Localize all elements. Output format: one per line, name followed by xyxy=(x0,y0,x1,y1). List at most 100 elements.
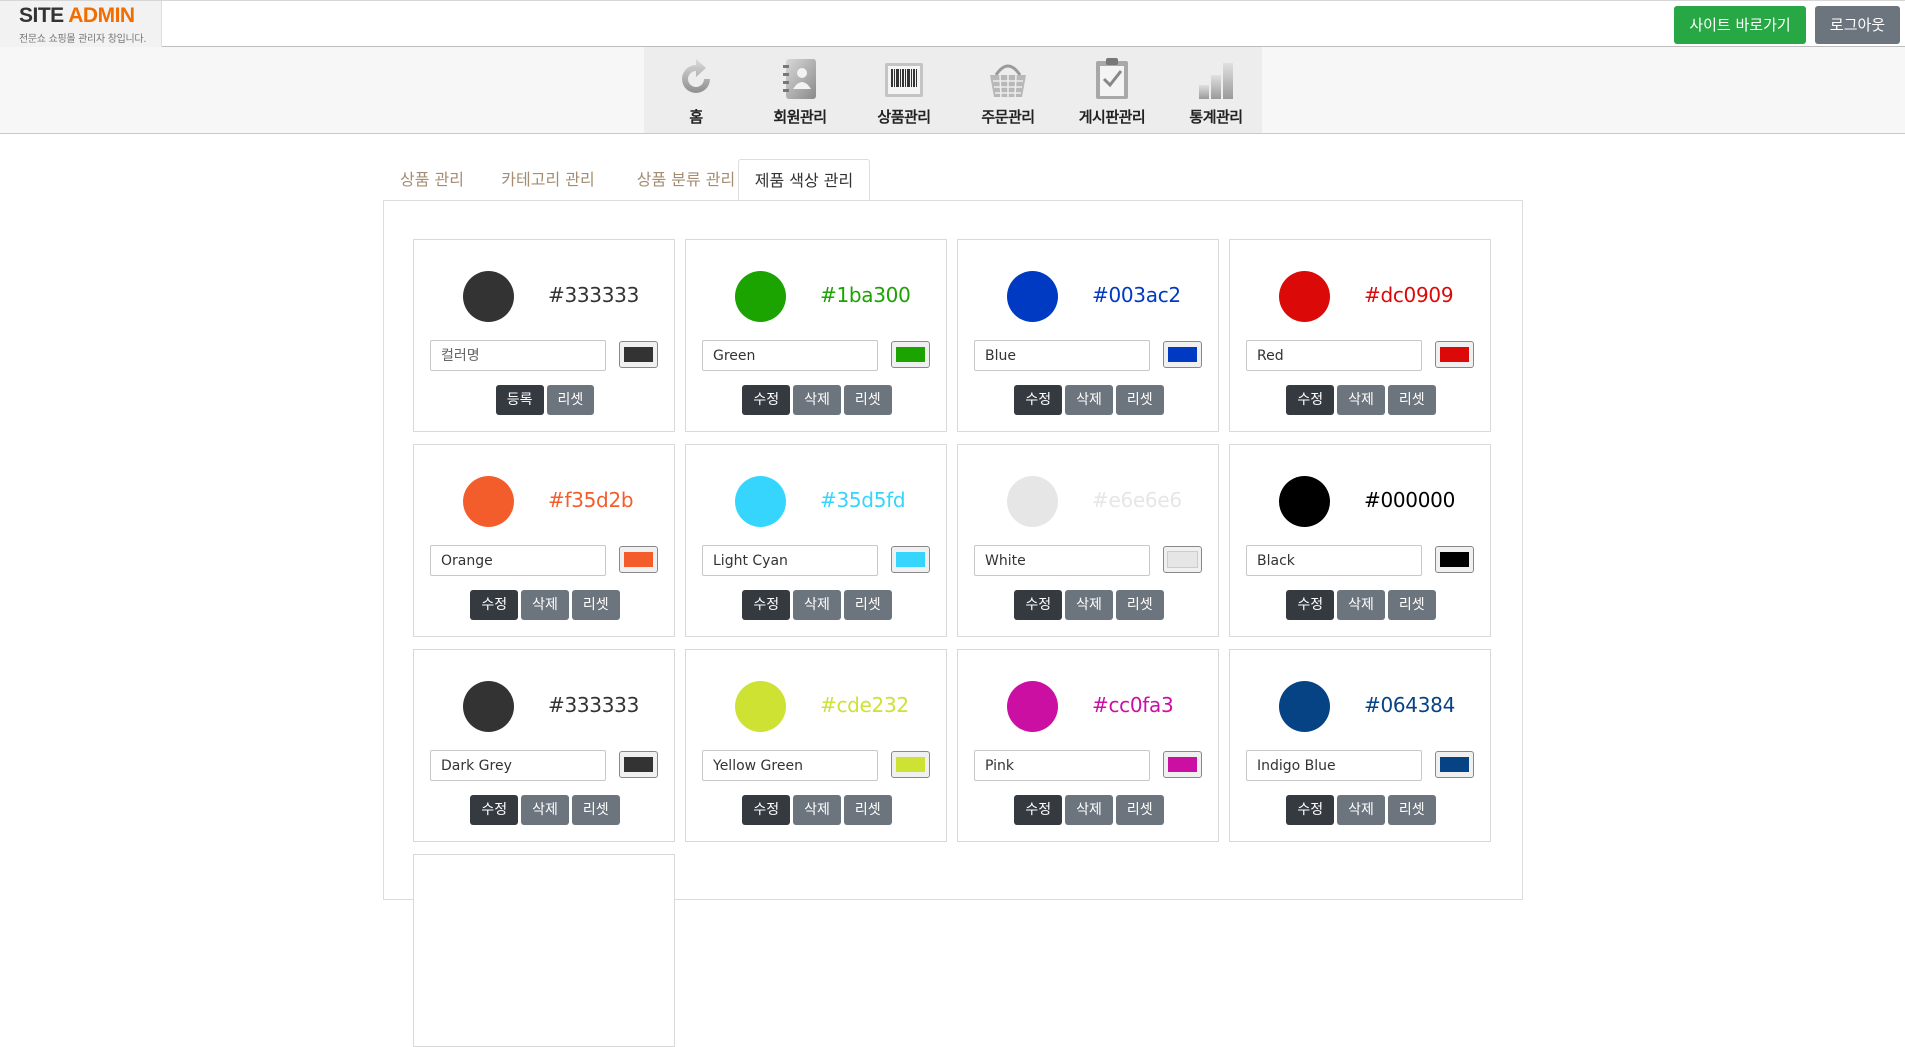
color-name-input[interactable] xyxy=(430,750,606,781)
color-name-input[interactable] xyxy=(702,750,878,781)
tab-product-classification[interactable]: 상품 분류 관리 xyxy=(616,159,756,201)
reset-button[interactable]: 리셋 xyxy=(1115,590,1164,620)
color-card-actions: 수정 삭제 리셋 xyxy=(958,385,1220,415)
nav-item-board[interactable]: 게시판관리 xyxy=(1060,47,1164,133)
color-hex-label: #cc0fa3 xyxy=(1092,693,1174,717)
color-swatch xyxy=(1007,681,1058,732)
tab-product-management[interactable]: 상품 관리 xyxy=(383,159,481,201)
color-picker-fill xyxy=(1168,347,1197,362)
edit-button[interactable]: 수정 xyxy=(742,385,791,415)
color-name-input[interactable] xyxy=(430,340,606,371)
color-name-input[interactable] xyxy=(1246,545,1422,576)
edit-button[interactable]: 수정 xyxy=(1286,590,1335,620)
barcode-icon xyxy=(885,63,923,97)
color-name-input[interactable] xyxy=(974,545,1150,576)
tab-product-color-management[interactable]: 제품 색상 관리 xyxy=(738,159,870,201)
nav-label-stats: 통계관리 xyxy=(1189,108,1243,126)
color-name-input[interactable] xyxy=(430,545,606,576)
color-card-actions: 수정 삭제 리셋 xyxy=(1230,795,1492,825)
nav-label-products: 상품관리 xyxy=(877,108,931,126)
delete-button[interactable]: 삭제 xyxy=(521,795,569,825)
color-card: #dc0909 수정삭제리셋 xyxy=(1229,239,1491,432)
color-picker-fill xyxy=(896,347,925,362)
edit-button[interactable]: 수정 xyxy=(1014,385,1063,415)
color-swatch xyxy=(1007,476,1058,527)
color-card-actions: 수정 삭제 리셋 xyxy=(1230,590,1492,620)
reset-button[interactable]: 리셋 xyxy=(1115,795,1164,825)
color-picker-fill xyxy=(896,757,925,772)
color-name-input[interactable] xyxy=(974,340,1150,371)
edit-button[interactable]: 수정 xyxy=(1286,385,1335,415)
color-picker[interactable] xyxy=(1163,546,1202,573)
nav-item-members[interactable]: 회원관리 xyxy=(748,47,852,133)
edit-button[interactable]: 수정 xyxy=(1014,590,1063,620)
delete-button[interactable]: 삭제 xyxy=(1065,795,1113,825)
color-picker[interactable] xyxy=(1163,341,1202,368)
color-swatch xyxy=(463,271,514,322)
tab-category-management[interactable]: 카테고리 관리 xyxy=(483,159,613,201)
nav-label-members: 회원관리 xyxy=(773,108,827,126)
edit-button[interactable]: 수정 xyxy=(470,590,519,620)
edit-button[interactable]: 수정 xyxy=(1014,795,1063,825)
logout-button[interactable]: 로그아웃 xyxy=(1815,6,1900,44)
edit-button[interactable]: 수정 xyxy=(470,795,519,825)
delete-button[interactable]: 삭제 xyxy=(1337,795,1385,825)
reset-button[interactable]: 리셋 xyxy=(1115,385,1164,415)
delete-button[interactable]: 삭제 xyxy=(793,795,841,825)
reset-button[interactable]: 리셋 xyxy=(843,385,892,415)
color-picker[interactable] xyxy=(891,546,930,573)
delete-button[interactable]: 삭제 xyxy=(1337,385,1385,415)
color-picker[interactable] xyxy=(619,341,658,368)
nav-item-stats[interactable]: 통계관리 xyxy=(1164,47,1268,133)
delete-button[interactable]: 삭제 xyxy=(793,590,841,620)
delete-button[interactable]: 삭제 xyxy=(793,385,841,415)
color-picker-fill xyxy=(1440,347,1469,362)
color-card: #064384 수정삭제리셋 xyxy=(1229,649,1491,842)
delete-button[interactable]: 삭제 xyxy=(1065,590,1113,620)
color-swatch xyxy=(463,681,514,732)
reset-button[interactable]: 리셋 xyxy=(843,795,892,825)
edit-button[interactable]: 수정 xyxy=(1286,795,1335,825)
color-picker[interactable] xyxy=(619,751,658,778)
color-picker[interactable] xyxy=(1435,546,1474,573)
reset-button[interactable]: 리셋 xyxy=(1387,385,1436,415)
shopping-basket-icon xyxy=(990,64,1026,98)
color-name-input[interactable] xyxy=(1246,750,1422,781)
color-picker[interactable] xyxy=(1435,751,1474,778)
address-book-icon xyxy=(783,59,816,99)
reset-button[interactable]: 리셋 xyxy=(571,590,620,620)
color-swatch xyxy=(1279,271,1330,322)
color-picker[interactable] xyxy=(891,751,930,778)
site-logo[interactable]: SITE ADMIN 전문쇼 쇼핑몰 관리자 창입니다. xyxy=(0,1,162,47)
nav-item-products[interactable]: 상품관리 xyxy=(852,47,956,133)
color-picker[interactable] xyxy=(619,546,658,573)
delete-button[interactable]: 삭제 xyxy=(1065,385,1113,415)
color-hex-label: #e6e6e6 xyxy=(1092,488,1182,512)
refresh-home-icon xyxy=(682,59,710,93)
delete-button[interactable]: 삭제 xyxy=(521,590,569,620)
color-name-input[interactable] xyxy=(702,340,878,371)
go-to-site-button[interactable]: 사이트 바로가기 xyxy=(1674,6,1806,44)
color-picker[interactable] xyxy=(1163,751,1202,778)
reset-button[interactable]: 리셋 xyxy=(571,795,620,825)
reset-button[interactable]: 리셋 xyxy=(546,385,595,415)
main-nav: 홈 회원관리 상품관리 주문관리 게시판관리 통계관리 xyxy=(644,47,1262,133)
reset-button[interactable]: 리셋 xyxy=(1387,795,1436,825)
register-button[interactable]: 등록 xyxy=(495,385,544,415)
color-name-input[interactable] xyxy=(974,750,1150,781)
nav-label-orders: 주문관리 xyxy=(981,108,1035,126)
nav-item-orders[interactable]: 주문관리 xyxy=(956,47,1060,133)
color-name-input[interactable] xyxy=(1246,340,1422,371)
delete-button[interactable]: 삭제 xyxy=(1337,590,1385,620)
clipboard-check-icon xyxy=(1096,58,1128,99)
logo-admin-text: ADMIN xyxy=(68,4,135,27)
color-picker[interactable] xyxy=(1435,341,1474,368)
color-name-input[interactable] xyxy=(702,545,878,576)
edit-button[interactable]: 수정 xyxy=(742,795,791,825)
color-picker[interactable] xyxy=(891,341,930,368)
nav-item-home[interactable]: 홈 xyxy=(644,47,748,133)
color-swatch xyxy=(1279,681,1330,732)
edit-button[interactable]: 수정 xyxy=(742,590,791,620)
reset-button[interactable]: 리셋 xyxy=(843,590,892,620)
reset-button[interactable]: 리셋 xyxy=(1387,590,1436,620)
